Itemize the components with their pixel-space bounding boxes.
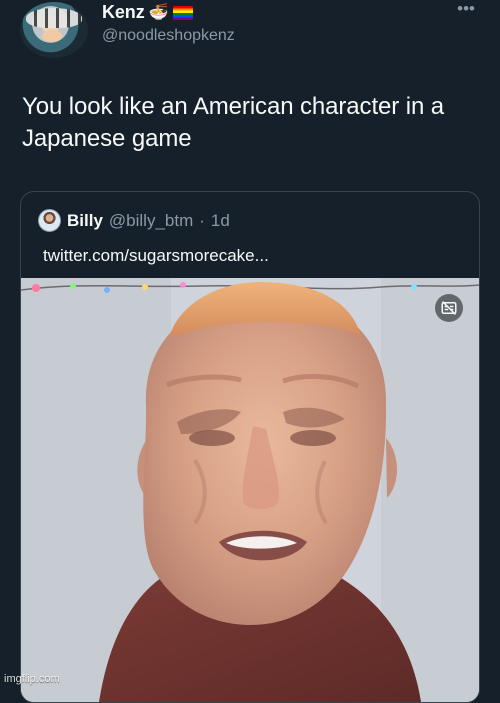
- quoted-tweet-link[interactable]: twitter.com/sugarsmorecake...: [43, 246, 269, 266]
- rainbow-flag-icon: [172, 5, 193, 20]
- quoted-tweet-media[interactable]: [21, 278, 479, 702]
- quoted-tweet-card[interactable]: Billy @billy_btm · 1d twitter.com/sugars…: [20, 191, 480, 703]
- quoted-author-handle[interactable]: @billy_btm: [109, 211, 193, 231]
- author-display-name[interactable]: Kenz: [102, 2, 145, 23]
- tweet-card: Kenz 🍜 @noodleshopkenz ••• You look like…: [0, 0, 500, 703]
- quoted-author-display-name[interactable]: Billy: [67, 211, 103, 231]
- watermark: imgflip.com: [4, 673, 60, 685]
- more-options-icon[interactable]: •••: [457, 0, 475, 17]
- author-handle[interactable]: @noodleshopkenz: [102, 27, 235, 45]
- noodle-bowl-icon: 🍜: [148, 3, 169, 21]
- quoted-tweet-separator: ·: [199, 210, 205, 230]
- quoted-author-avatar[interactable]: [38, 209, 61, 232]
- media-photo: [21, 278, 479, 702]
- tweet-text: You look like an American character in a…: [22, 93, 445, 152]
- quoted-tweet-header: Billy @billy_btm · 1d: [38, 209, 230, 232]
- quoted-tweet-time[interactable]: 1d: [211, 211, 230, 231]
- captions-off-icon[interactable]: [435, 294, 463, 322]
- author-avatar[interactable]: [20, 2, 88, 58]
- author-name-row: Kenz 🍜: [102, 2, 193, 23]
